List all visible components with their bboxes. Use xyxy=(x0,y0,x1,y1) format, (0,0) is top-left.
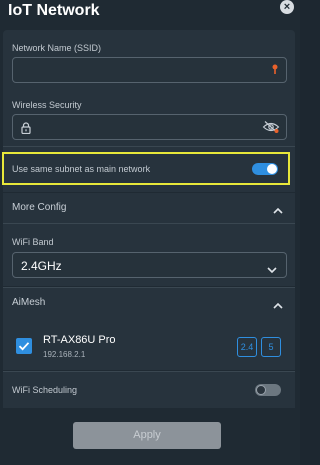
checkmark-icon xyxy=(18,342,30,351)
wifi-scheduling-toggle[interactable] xyxy=(255,384,281,396)
toggle-knob xyxy=(256,385,266,395)
toggle-knob xyxy=(267,164,277,174)
close-button[interactable]: × xyxy=(280,0,294,14)
close-icon: × xyxy=(283,1,291,13)
apply-button[interactable]: Apply xyxy=(73,422,221,449)
wifi-band-label: WiFi Band xyxy=(12,237,54,247)
security-label: Wireless Security xyxy=(12,100,82,110)
wifi-scheduling-label: WiFi Scheduling xyxy=(12,385,78,395)
band-5-badge: 5 xyxy=(261,337,281,357)
chevron-up-icon xyxy=(273,297,283,315)
ssid-label: Network Name (SSID) xyxy=(12,43,102,53)
same-subnet-toggle[interactable] xyxy=(252,163,278,175)
device-ip: 192.168.2.1 xyxy=(43,350,86,359)
device-checkbox[interactable] xyxy=(16,338,32,354)
security-input[interactable] xyxy=(12,114,287,140)
wifi-band-value: 2.4GHz xyxy=(21,259,62,273)
more-config-header[interactable]: More Config xyxy=(3,193,295,223)
divider xyxy=(3,146,295,147)
chevron-down-icon xyxy=(267,261,277,279)
more-config-label: More Config xyxy=(12,202,67,213)
chevron-up-icon xyxy=(273,202,283,220)
band-2-4-badge: 2.4 xyxy=(237,337,257,357)
iot-network-dialog: IoT Network × Network Name (SSID) Wirele… xyxy=(0,0,300,465)
dialog-title: IoT Network xyxy=(8,2,100,19)
ssid-input[interactable] xyxy=(12,57,287,83)
same-subnet-row: Use same subnet as main network xyxy=(2,152,290,185)
aimesh-header[interactable]: AiMesh xyxy=(3,288,295,318)
wifi-band-card: WiFi Band 2.4GHz xyxy=(3,224,295,286)
wifi-scheduling-row: WiFi Scheduling xyxy=(3,372,295,408)
aimesh-label: AiMesh xyxy=(12,297,46,308)
key-icon xyxy=(270,63,280,82)
same-subnet-label: Use same subnet as main network xyxy=(12,164,151,174)
device-name: RT-AX86U Pro xyxy=(43,334,116,346)
lock-icon xyxy=(21,121,31,139)
hide-password-icon[interactable] xyxy=(262,120,280,139)
wifi-band-select[interactable]: 2.4GHz xyxy=(12,252,287,278)
